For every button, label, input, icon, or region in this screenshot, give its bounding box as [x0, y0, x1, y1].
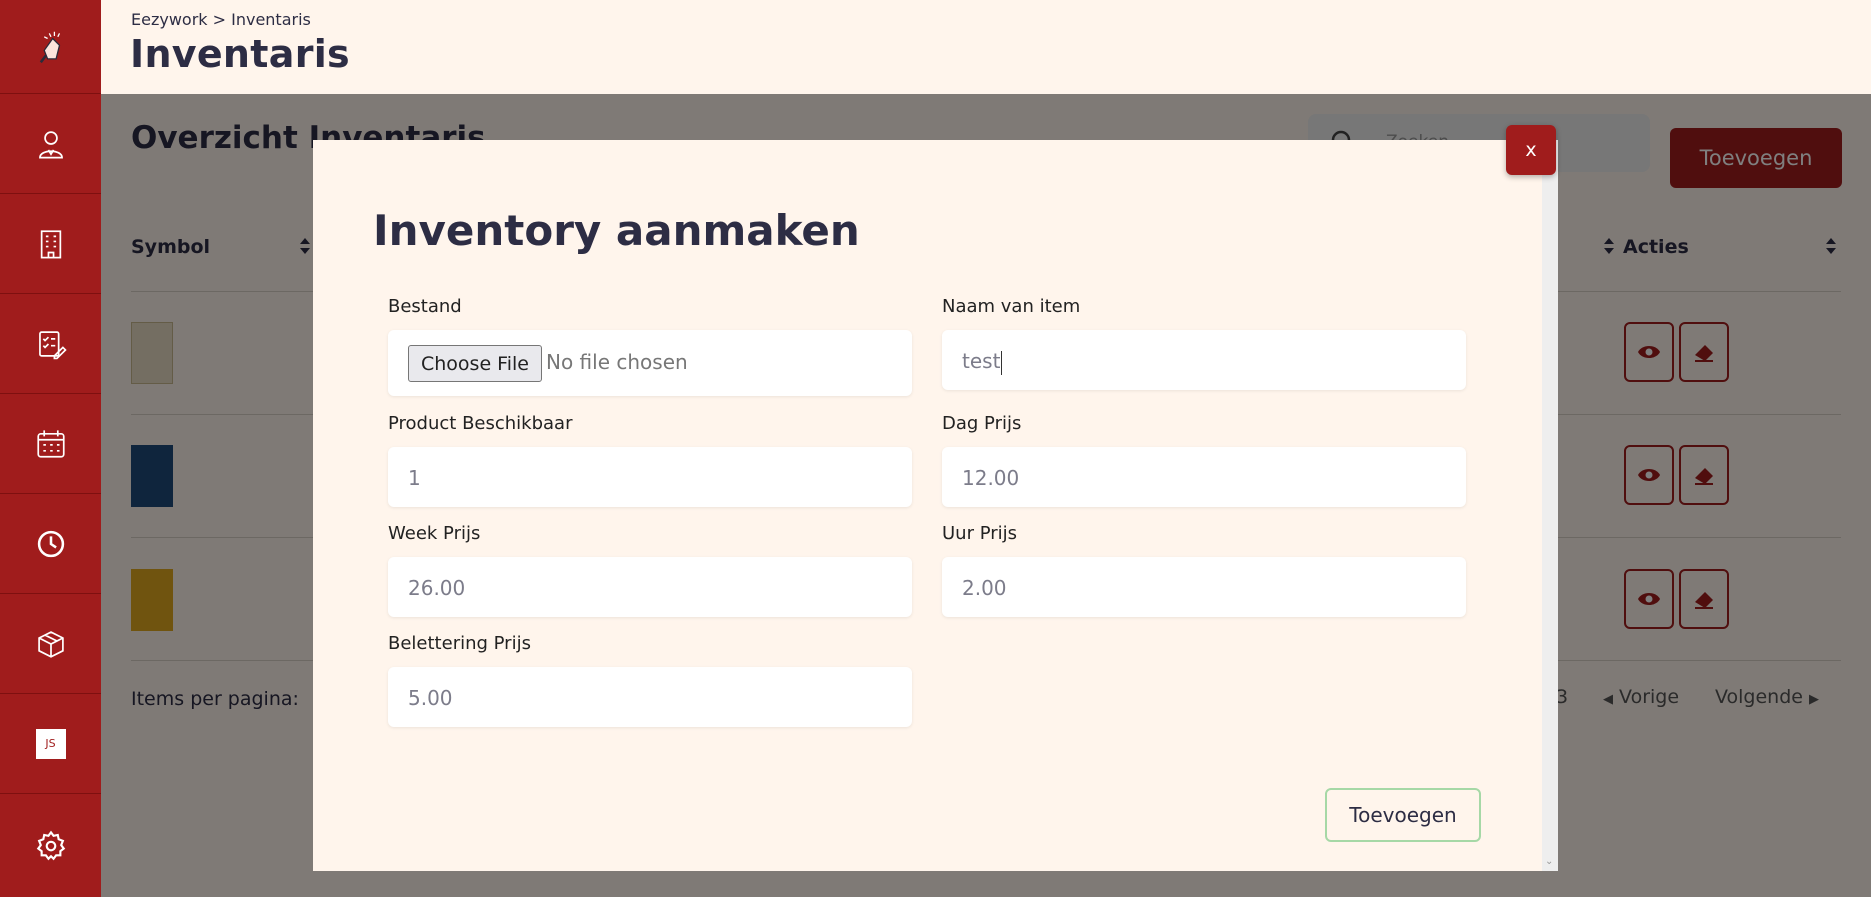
- checklist-icon: [38, 330, 67, 359]
- package-icon: [37, 630, 64, 658]
- logo[interactable]: [0, 0, 101, 94]
- building-icon: [40, 229, 61, 258]
- name-label: Naam van item: [942, 296, 1081, 317]
- close-modal-button[interactable]: x: [1506, 125, 1556, 175]
- lettering-price-field[interactable]: 5.00: [388, 667, 912, 727]
- sidebar-item-calendar[interactable]: [0, 394, 101, 494]
- page-title: Inventaris: [130, 32, 350, 76]
- day-price-label: Dag Prijs: [942, 413, 1022, 434]
- sidebar-item-companies[interactable]: [0, 194, 101, 294]
- avatar: JS: [35, 728, 66, 759]
- file-input[interactable]: Choose File No file chosen: [388, 330, 912, 396]
- sidebar-item-settings[interactable]: [0, 794, 101, 897]
- sidebar-item-tasks[interactable]: [0, 294, 101, 394]
- file-label: Bestand: [388, 296, 462, 317]
- chevron-down-icon: ⌄: [1545, 856, 1554, 867]
- calendar-icon: [36, 429, 65, 458]
- sidebar-item-inventory[interactable]: [0, 594, 101, 694]
- sidebar-item-users[interactable]: [0, 94, 101, 194]
- settings-icon: [36, 830, 65, 860]
- lettering-price-placeholder: 5.00: [408, 686, 453, 710]
- file-status: No file chosen: [546, 350, 688, 374]
- day-price-placeholder: 12.00: [962, 466, 1020, 490]
- choose-file-button[interactable]: Choose File: [408, 345, 542, 382]
- page-header: Eezywork > Inventaris Inventaris: [101, 0, 1871, 94]
- week-price-label: Week Prijs: [388, 523, 481, 544]
- sidebar-item-profile[interactable]: JS: [0, 694, 101, 794]
- available-placeholder: 1: [408, 466, 421, 490]
- modal-scrollbar[interactable]: ⌄: [1542, 140, 1558, 871]
- create-inventory-modal: ⌄ Inventory aanmaken Bestand Choose File…: [313, 140, 1558, 871]
- lettering-price-label: Belettering Prijs: [388, 633, 531, 654]
- week-price-field[interactable]: 26.00: [388, 557, 912, 617]
- week-price-placeholder: 26.00: [408, 576, 466, 600]
- available-label: Product Beschikbaar: [388, 413, 573, 434]
- available-field[interactable]: 1: [388, 447, 912, 507]
- breadcrumb[interactable]: Eezywork > Inventaris: [131, 10, 311, 29]
- submit-button[interactable]: Toevoegen: [1325, 788, 1481, 842]
- modal-title: Inventory aanmaken: [373, 206, 860, 255]
- hour-price-placeholder: 2.00: [962, 576, 1007, 600]
- clock-icon: [37, 530, 64, 557]
- user-icon: [38, 130, 63, 158]
- hour-price-field[interactable]: 2.00: [942, 557, 1466, 617]
- sidebar: JS: [0, 0, 101, 897]
- item-name-value: test: [962, 349, 1003, 375]
- item-name-field[interactable]: test: [942, 330, 1466, 390]
- sidebar-item-time[interactable]: [0, 494, 101, 594]
- hour-price-label: Uur Prijs: [942, 523, 1018, 544]
- logo-icon: [39, 31, 60, 63]
- day-price-field[interactable]: 12.00: [942, 447, 1466, 507]
